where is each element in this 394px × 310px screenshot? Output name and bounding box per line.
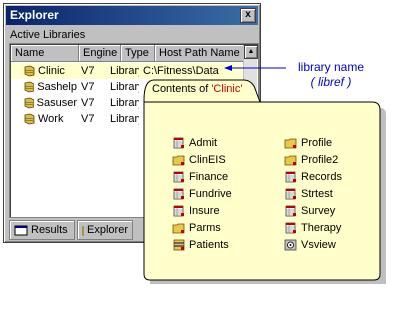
dataset-icon: [173, 137, 184, 149]
dataset-icon: [285, 188, 296, 200]
folder-icon: [284, 155, 297, 166]
folder-icon: [172, 155, 185, 166]
member-records[interactable]: Records: [284, 169, 342, 185]
folder-libname: 'Clinic': [211, 83, 243, 95]
member-label: Finance: [189, 171, 229, 183]
annotation-title: library name: [297, 60, 365, 74]
member-vsview[interactable]: Vsview: [284, 237, 336, 253]
dataset-icon: [173, 205, 184, 217]
contents-folder: Contents of 'Clinic' Admit ClinEIS Finance…: [140, 76, 386, 286]
member-label: Fundrive: [189, 188, 232, 200]
member-label: ClinEIS: [189, 154, 226, 166]
member-label: Insure: [189, 205, 220, 217]
member-profile[interactable]: Profile: [284, 135, 332, 151]
folder-icon: [172, 223, 185, 234]
member-label: Patients: [189, 239, 229, 251]
member-strtest[interactable]: Strtest: [284, 186, 333, 202]
member-label: Strtest: [301, 188, 333, 200]
member-finance[interactable]: Finance: [172, 169, 228, 185]
member-label: Records: [301, 171, 342, 183]
dataset-icon: [173, 171, 184, 183]
folder-icon: [284, 138, 297, 149]
member-clineis[interactable]: ClinEIS: [172, 152, 226, 168]
catalog-icon: [173, 239, 185, 251]
member-label: Vsview: [301, 239, 336, 251]
member-label: Admit: [189, 137, 218, 149]
member-parms[interactable]: Parms: [172, 220, 221, 236]
member-admit[interactable]: Admit: [172, 135, 217, 151]
member-label: Profile2: [301, 154, 339, 166]
member-label: Profile: [301, 137, 333, 149]
dataset-icon: [285, 171, 296, 183]
member-label: Parms: [189, 222, 221, 234]
dataset-icon: [285, 205, 296, 217]
dataset-icon: [173, 188, 184, 200]
folder-tab-label: Contents of 'Clinic': [152, 83, 243, 95]
member-therapy[interactable]: Therapy: [284, 220, 341, 236]
view-icon: [284, 239, 297, 251]
member-patients[interactable]: Patients: [172, 237, 229, 253]
member-label: Survey: [301, 205, 336, 217]
dataset-icon: [285, 222, 296, 234]
member-label: Therapy: [301, 222, 342, 234]
member-profile2[interactable]: Profile2: [284, 152, 338, 168]
member-insure[interactable]: Insure: [172, 203, 220, 219]
member-fundrive[interactable]: Fundrive: [172, 186, 232, 202]
member-survey[interactable]: Survey: [284, 203, 335, 219]
